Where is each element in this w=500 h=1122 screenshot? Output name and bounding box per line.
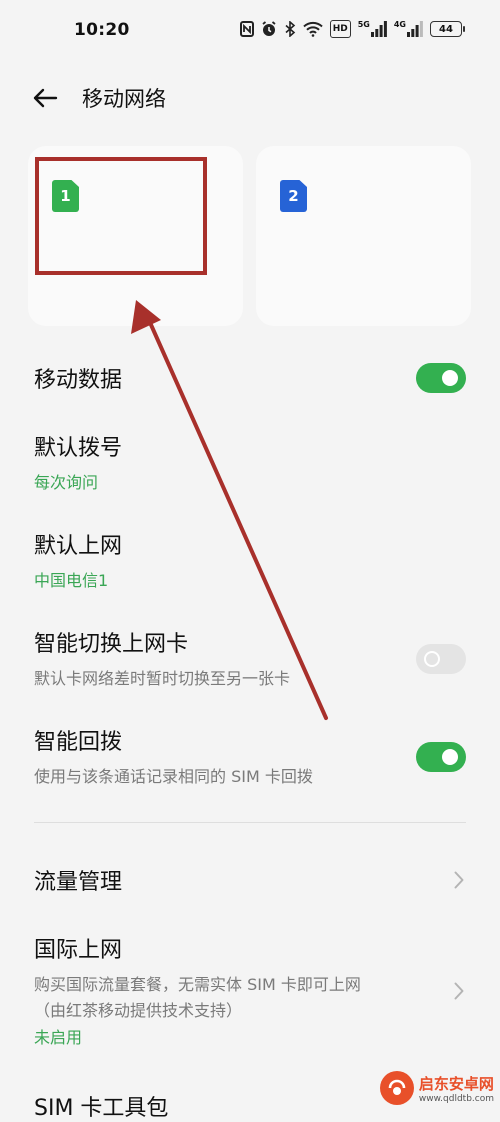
setting-smart-callback[interactable]: 智能回拨 使用与该条通话记录相同的 SIM 卡回拨 [34,724,466,790]
watermark-logo-icon [379,1071,414,1105]
watermark-text: 启东安卓网 www.qdldtb.com [419,1073,494,1104]
default-dial-title: 默认拨号 [34,436,123,461]
default-data-value: 中国电信1 [34,571,109,590]
chevron-right-icon [452,979,466,1003]
intl-roaming-status: 未启用 [34,1028,83,1048]
data-management-title: 流量管理 [34,870,123,895]
toggle-knob [442,370,458,386]
mobile-data-toggle[interactable] [416,363,466,393]
battery-indicator: 44 [430,21,465,37]
toggle-knob [442,748,458,765]
page-header: 移动网络 [30,78,470,118]
smart-switch-desc: 默认卡网络差时暂时切换至另一张卡 [34,669,291,688]
setting-mobile-data[interactable]: 移动数据 [34,358,466,398]
status-icons: HD 5G 4G 44 [239,20,465,38]
signal-4g-icon: 4G [394,21,423,37]
smart-switch-title: 智能切换上网卡 [34,632,189,657]
mobile-data-title: 移动数据 [34,368,123,393]
bluetooth-icon [284,20,296,38]
smart-callback-toggle[interactable] [416,741,466,772]
annotation-highlight-box [35,157,207,275]
back-button[interactable] [30,83,60,113]
smart-callback-title: 智能回拨 [34,730,123,755]
wifi-icon [303,21,323,37]
status-time: 10:20 [74,20,130,40]
sim-toolkit-title: SIM 卡工具包 [34,1096,169,1121]
watermark-name: 启东安卓网 [418,1074,494,1093]
smart-switch-toggle[interactable] [416,643,466,674]
chevron-right-icon [452,868,466,892]
setting-smart-switch[interactable]: 智能切换上网卡 默认卡网络差时暂时切换至另一张卡 [34,626,466,692]
setting-default-data[interactable]: 默认上网 中国电信1 [34,528,466,594]
sim-2-icon: 2 [280,180,307,212]
intl-roaming-desc-line2: （由红茶移动提供技术支持） [34,1000,243,1020]
toggle-knob [424,650,440,667]
arrow-left-icon [33,88,58,108]
intl-roaming-desc-line1: 购买国际流量套餐，无需实体 SIM 卡即可上网 [34,975,361,994]
setting-intl-roaming[interactable]: 国际上网 购买国际流量套餐，无需实体 SIM 卡即可上网 （由红茶移动提供技术支… [34,932,466,1051]
watermark-url: www.qdldtb.com [418,1093,494,1104]
intl-roaming-title: 国际上网 [34,938,123,963]
sim-card-2[interactable]: 2 [256,146,471,326]
default-dial-value: 每次询问 [34,473,99,492]
default-data-title: 默认上网 [34,534,123,559]
alarm-icon [261,21,277,37]
page-title: 移动网络 [82,87,166,111]
watermark: 启东安卓网 www.qdldtb.com [379,1071,494,1105]
intl-roaming-desc: 购买国际流量套餐，无需实体 SIM 卡即可上网 （由红茶移动提供技术支持） [34,972,361,1023]
signal-5g-icon: 5G [358,21,387,37]
setting-data-management[interactable]: 流量管理 [34,860,466,900]
section-divider [34,822,466,823]
status-bar: 10:20 HD 5G 4G 44 [0,0,500,64]
setting-default-dial[interactable]: 默认拨号 每次询问 [34,430,466,496]
hd-icon: HD [329,20,351,38]
smart-callback-desc: 使用与该条通话记录相同的 SIM 卡回拨 [34,767,313,786]
nfc-icon [239,21,254,37]
